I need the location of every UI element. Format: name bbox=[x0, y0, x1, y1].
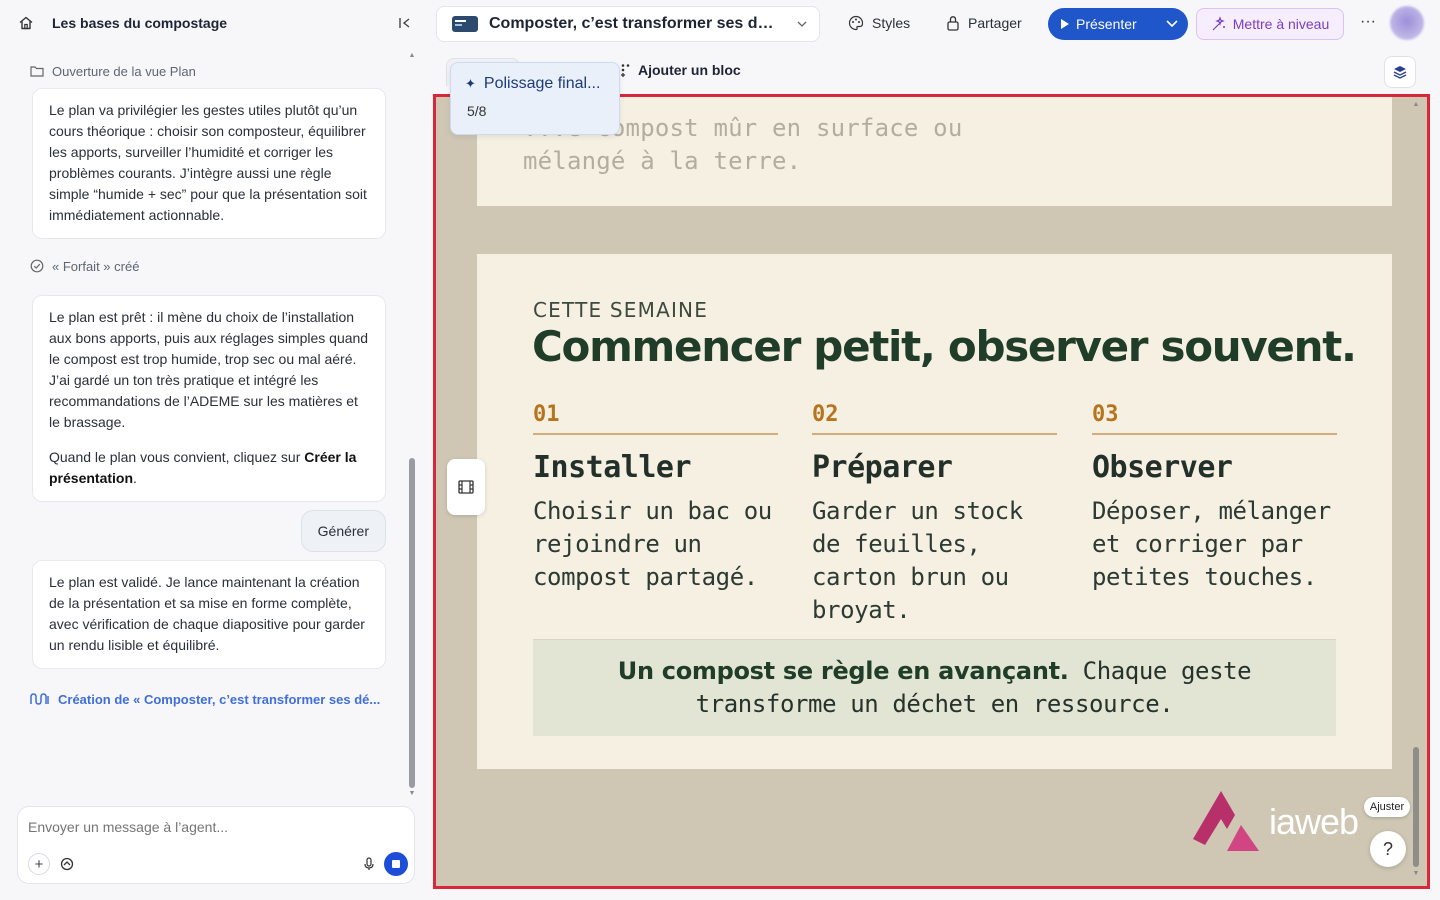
slide-eyebrow: CETTE SEMAINE bbox=[533, 298, 709, 322]
message-text: Le plan est prêt : il mène du choix de l… bbox=[49, 309, 369, 430]
top-toolbar: Composter, c’est transformer ses dé... S… bbox=[436, 6, 1440, 42]
check-circle-icon bbox=[30, 259, 44, 273]
iaweb-logo: iaweb bbox=[1191, 789, 1391, 853]
film-frame-icon bbox=[458, 480, 474, 494]
sparkle-wand-icon bbox=[1212, 16, 1225, 31]
folder-icon bbox=[30, 66, 44, 77]
chat-thread: Ouverture de la vue Plan Le plan va priv… bbox=[30, 56, 388, 709]
agent-mode-icon[interactable] bbox=[56, 853, 78, 875]
chevron-down-icon bbox=[797, 21, 807, 27]
creation-status-label: Création de « Composter, c’est transform… bbox=[58, 691, 381, 707]
lock-icon bbox=[947, 16, 959, 31]
palette-icon bbox=[848, 15, 864, 31]
add-block-button[interactable]: Ajouter un bloc bbox=[620, 62, 741, 78]
message-input[interactable] bbox=[28, 815, 398, 839]
document-title: Composter, c’est transformer ses dé... bbox=[489, 15, 779, 32]
step-label: « Forfait » créé bbox=[52, 258, 140, 274]
card-layout-tool[interactable] bbox=[447, 459, 485, 515]
more-options-icon[interactable]: ··· bbox=[1356, 12, 1380, 36]
agent-message: Le plan va privilégier les gestes utiles… bbox=[32, 88, 386, 239]
sparkle-icon: ✦ bbox=[465, 76, 476, 91]
step-plan-view: Ouverture de la vue Plan bbox=[30, 56, 388, 86]
chat-scrollbar-thumb[interactable] bbox=[409, 458, 415, 788]
wave-icon bbox=[30, 693, 49, 705]
step-column: 02 Préparer Garder un stock de feuilles,… bbox=[812, 402, 1057, 627]
present-label: Présenter bbox=[1076, 16, 1137, 32]
chat-title: Les bases du compostage bbox=[52, 15, 228, 31]
upgrade-label: Mettre à niveau bbox=[1232, 16, 1330, 32]
step-description: Garder un stock de feuilles, carton brun… bbox=[812, 497, 1023, 624]
stop-generation-button[interactable] bbox=[384, 852, 408, 876]
present-button[interactable]: Présenter bbox=[1048, 8, 1188, 40]
present-main[interactable]: Présenter bbox=[1048, 16, 1156, 32]
message-composer[interactable]: + bbox=[17, 806, 415, 884]
logo-text: iaweb bbox=[1269, 801, 1359, 842]
chat-scrollbar[interactable]: ▲ ▼ bbox=[408, 52, 416, 798]
progress-page: 5/8 bbox=[467, 103, 487, 119]
stop-icon bbox=[392, 860, 400, 868]
add-block-icon bbox=[621, 64, 630, 77]
fit-button[interactable]: Ajuster bbox=[1364, 797, 1410, 817]
message-text: Quand le plan vous convient, cliquez sur… bbox=[49, 447, 369, 489]
chat-header: Les bases du compostage bbox=[12, 8, 420, 38]
step-number: 03 bbox=[1092, 402, 1337, 435]
user-message-generate: Générer bbox=[300, 510, 386, 552]
layers-icon bbox=[1393, 66, 1407, 79]
progress-tooltip: ✦ Polissage final... 5/8 bbox=[450, 62, 620, 135]
avatar[interactable] bbox=[1390, 6, 1424, 40]
scroll-down-icon[interactable]: ▼ bbox=[1412, 870, 1420, 878]
canvas-scrollbar[interactable]: ▲ ▼ bbox=[1410, 97, 1422, 886]
add-attachment-icon[interactable]: + bbox=[28, 853, 50, 875]
message-text-part: Quand le plan vous convient, cliquez sur bbox=[49, 449, 305, 465]
agent-message: Le plan est validé. Je lance maintenant … bbox=[32, 560, 386, 669]
share-label: Partager bbox=[968, 15, 1022, 31]
chat-panel: Les bases du compostage Ouverture de la … bbox=[0, 0, 432, 900]
slide-card[interactable]: CETTE SEMAINE Commencer petit, observer … bbox=[477, 254, 1392, 769]
slide-callout: Un compost se règle en avançant. Chaque … bbox=[533, 639, 1336, 736]
play-icon bbox=[1061, 19, 1069, 29]
layers-button[interactable] bbox=[1384, 56, 1416, 88]
agent-message: Le plan est prêt : il mène du choix de l… bbox=[32, 295, 386, 502]
home-icon[interactable] bbox=[12, 9, 40, 37]
step-label: Ouverture de la vue Plan bbox=[52, 63, 196, 79]
step-column: 03 Observer Déposer, mélanger et corrige… bbox=[1092, 402, 1337, 594]
canvas-scrollbar-thumb[interactable] bbox=[1413, 747, 1419, 867]
upgrade-button[interactable]: Mettre à niveau bbox=[1196, 8, 1344, 40]
microphone-icon[interactable] bbox=[358, 853, 380, 875]
document-title-dropdown[interactable]: Composter, c’est transformer ses dé... bbox=[436, 6, 820, 42]
share-button[interactable]: Partager bbox=[946, 6, 1022, 40]
styles-button[interactable]: Styles bbox=[848, 6, 910, 40]
step-title: Installer bbox=[533, 450, 692, 485]
styles-label: Styles bbox=[872, 15, 911, 31]
user-message-row: Générer bbox=[30, 510, 386, 552]
slide-canvas[interactable]: ...e compost mûr en surface ou mélangé à… bbox=[433, 94, 1430, 889]
presentation-icon bbox=[452, 16, 478, 32]
step-column: 01 Installer Choisir un bac ou rejoindre… bbox=[533, 402, 778, 594]
scroll-up-icon[interactable]: ▲ bbox=[1412, 101, 1420, 109]
step-description: Déposer, mélanger et corriger par petite… bbox=[1092, 497, 1331, 591]
collapse-panel-icon[interactable] bbox=[394, 12, 416, 34]
logo-mark bbox=[1193, 791, 1259, 851]
scroll-down-icon[interactable]: ▼ bbox=[408, 790, 416, 798]
present-options[interactable] bbox=[1156, 20, 1188, 28]
creation-status[interactable]: Création de « Composter, c’est transform… bbox=[30, 689, 388, 709]
add-block-label: Ajouter un bloc bbox=[638, 62, 741, 78]
message-text: Le plan va privilégier les gestes utiles… bbox=[49, 102, 367, 223]
step-title: Préparer bbox=[812, 450, 953, 485]
step-forfait: « Forfait » créé bbox=[30, 251, 388, 281]
help-button[interactable]: ? bbox=[1370, 831, 1406, 867]
progress-title-row: ✦ Polissage final... bbox=[465, 75, 600, 93]
chevron-down-icon bbox=[1166, 20, 1178, 28]
step-description: Choisir un bac ou rejoindre un compost p… bbox=[533, 497, 772, 591]
step-number: 02 bbox=[812, 402, 1057, 435]
step-number: 01 bbox=[533, 402, 778, 435]
step-title: Observer bbox=[1092, 450, 1233, 485]
message-text-part: . bbox=[133, 470, 137, 486]
slide-headline: Commencer petit, observer souvent. bbox=[532, 322, 1357, 371]
message-text: Le plan est validé. Je lance maintenant … bbox=[49, 574, 365, 653]
callout-emphasis: Un compost se règle en avançant. bbox=[617, 657, 1069, 685]
progress-title: Polissage final... bbox=[483, 75, 601, 92]
scroll-up-icon[interactable]: ▲ bbox=[408, 52, 416, 60]
